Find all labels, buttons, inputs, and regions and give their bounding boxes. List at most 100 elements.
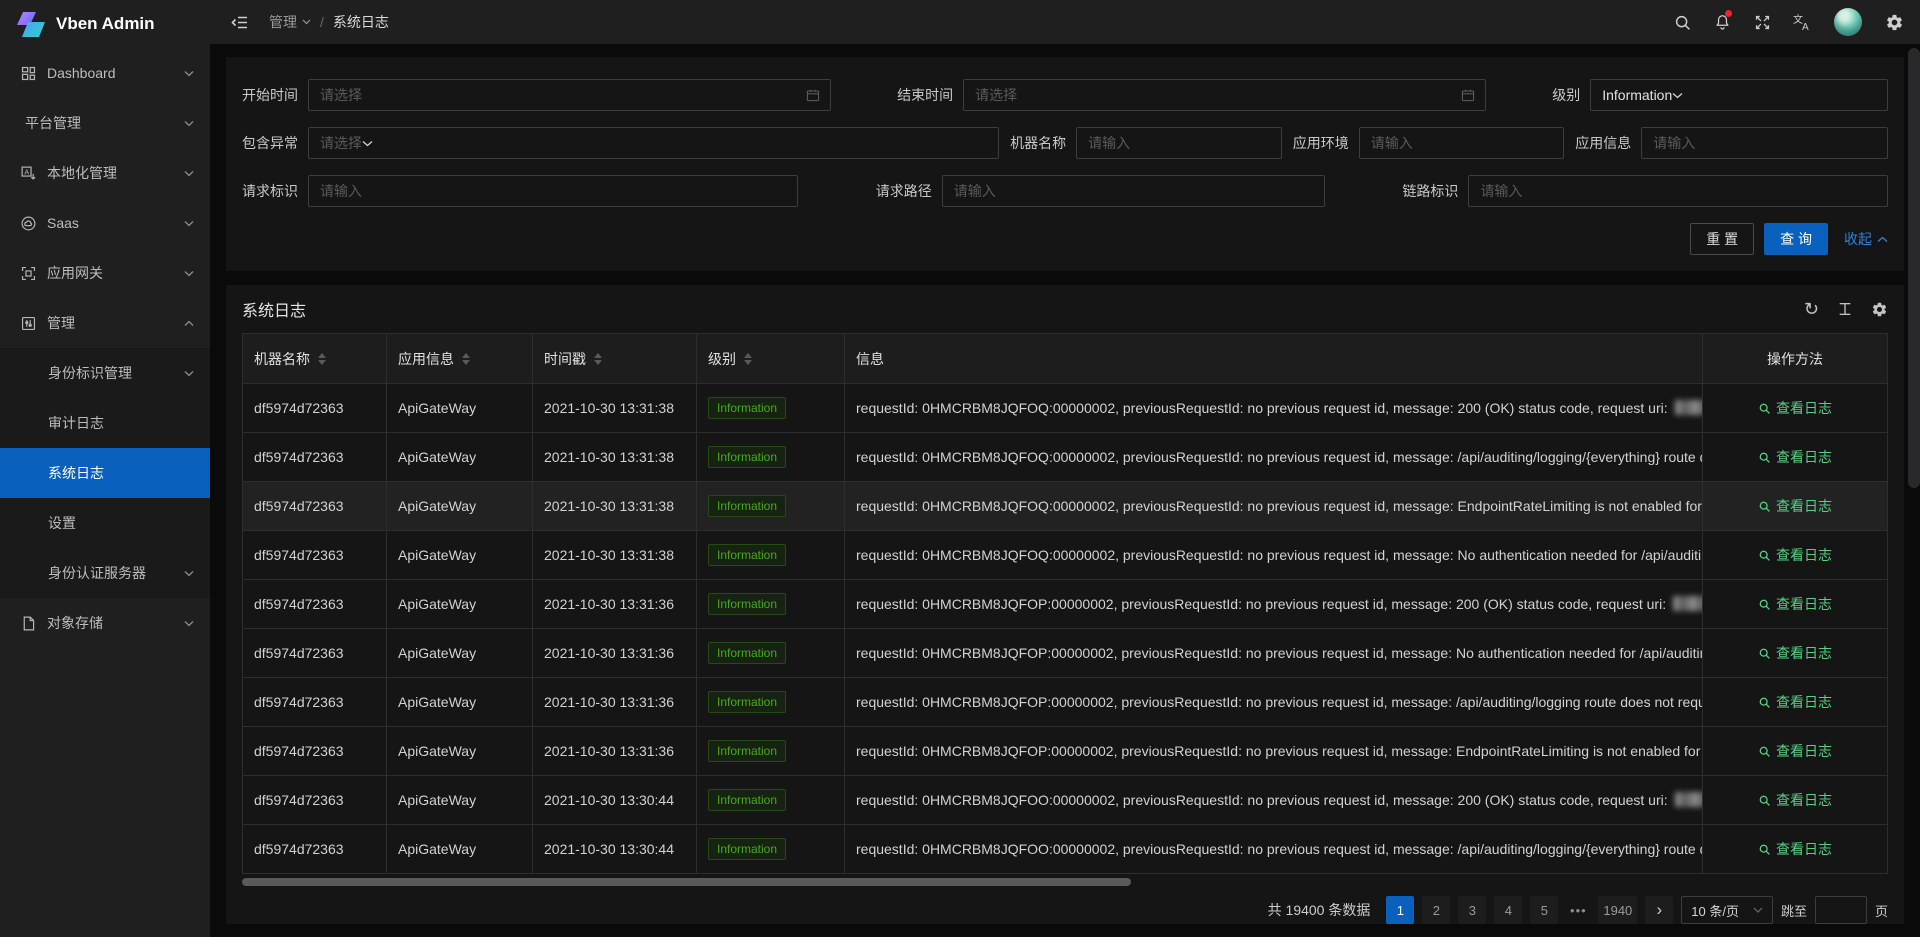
view-log-label: 查看日志 xyxy=(1776,496,1832,516)
sidebar-item-dashboard[interactable]: Dashboard xyxy=(0,48,210,98)
page-size-value: 10 条/页 xyxy=(1691,901,1739,920)
view-log-link[interactable]: 查看日志 xyxy=(1758,398,1832,418)
page-ellipsis[interactable]: ••• xyxy=(1566,903,1590,918)
view-log-link[interactable]: 查看日志 xyxy=(1758,643,1832,663)
query-button[interactable]: 查 询 xyxy=(1764,223,1828,255)
search-icon[interactable] xyxy=(1662,0,1702,44)
notification-dot xyxy=(1725,10,1732,17)
breadcrumb-parent[interactable]: 管理 xyxy=(269,12,311,32)
table-row: df5974d72363 ApiGateWay 2021-10-30 13:31… xyxy=(243,433,1888,482)
app-env-input[interactable] xyxy=(1359,127,1565,159)
request-id-input[interactable] xyxy=(308,175,798,207)
app-info-input[interactable] xyxy=(1641,127,1888,159)
level-badge: Information xyxy=(708,789,786,811)
page-button-3[interactable]: 3 xyxy=(1458,896,1486,924)
col-header-app[interactable]: 应用信息 xyxy=(387,334,533,384)
view-log-link[interactable]: 查看日志 xyxy=(1758,741,1832,761)
cell-actions: 查看日志 xyxy=(1703,531,1888,580)
vertical-scrollbar-thumb[interactable] xyxy=(1908,48,1920,488)
view-log-link[interactable]: 查看日志 xyxy=(1758,545,1832,565)
start-time-input[interactable] xyxy=(308,79,831,111)
machine-name-input[interactable] xyxy=(1076,127,1282,159)
sidebar-item-identity-management[interactable]: 身份标识管理 xyxy=(0,348,210,398)
jump-page-input[interactable] xyxy=(1815,896,1867,924)
request-path-input[interactable] xyxy=(942,175,1325,207)
calendar-icon xyxy=(1460,87,1476,103)
chevron-down-icon xyxy=(184,170,194,177)
view-log-label: 查看日志 xyxy=(1776,839,1832,859)
column-settings-gear-icon[interactable] xyxy=(1871,301,1888,318)
translate-icon[interactable]: 文A xyxy=(1782,0,1822,44)
page-button-last[interactable]: 1940 xyxy=(1598,896,1637,924)
page-button-2[interactable]: 2 xyxy=(1422,896,1450,924)
sidebar-item-saas[interactable]: Saas xyxy=(0,198,210,248)
refresh-icon[interactable]: ↻ xyxy=(1804,300,1819,318)
view-log-link[interactable]: 查看日志 xyxy=(1758,447,1832,467)
breadcrumb: 管理 / 系统日志 xyxy=(269,12,389,32)
sidebar-item-settings[interactable]: 设置 xyxy=(0,498,210,548)
view-log-link[interactable]: 查看日志 xyxy=(1758,496,1832,516)
breadcrumb-separator: / xyxy=(320,14,324,30)
menu-fold-icon[interactable] xyxy=(226,9,253,36)
chevron-down-icon xyxy=(302,19,311,25)
censored-blur xyxy=(1675,400,1703,415)
reset-button[interactable]: 重 置 xyxy=(1690,223,1754,255)
request-id-field: 请求标识 xyxy=(242,175,798,207)
view-log-link[interactable]: 查看日志 xyxy=(1758,692,1832,712)
view-log-label: 查看日志 xyxy=(1776,447,1832,467)
sidebar-item-auth-server[interactable]: 身份认证服务器 xyxy=(0,548,210,598)
cell-actions: 查看日志 xyxy=(1703,482,1888,531)
end-time-input[interactable] xyxy=(963,79,1486,111)
breadcrumb-parent-label: 管理 xyxy=(269,12,297,32)
cell-message: requestId: 0HMCRBM8JQFOO:00000002, previ… xyxy=(845,825,1703,874)
page-button-4[interactable]: 4 xyxy=(1494,896,1522,924)
page-size-select[interactable]: 10 条/页 xyxy=(1681,896,1773,924)
message-text: requestId: 0HMCRBM8JQFOQ:00000002, previ… xyxy=(856,547,1703,563)
view-log-link[interactable]: 查看日志 xyxy=(1758,594,1832,614)
row-height-icon[interactable] xyxy=(1837,301,1853,317)
sidebar-item-audit-log[interactable]: 审计日志 xyxy=(0,398,210,448)
cell-timestamp: 2021-10-30 13:31:38 xyxy=(533,384,697,433)
cell-level: Information xyxy=(697,629,845,678)
cell-machine-name: df5974d72363 xyxy=(243,678,387,727)
sidebar-item-system-log[interactable]: 系统日志 xyxy=(0,448,210,498)
col-header-level[interactable]: 级别 xyxy=(697,334,845,384)
col-header-time[interactable]: 时间戳 xyxy=(533,334,697,384)
fullscreen-icon[interactable] xyxy=(1742,0,1782,44)
breadcrumb-current: 系统日志 xyxy=(333,12,389,32)
cell-app-info: ApiGateWay xyxy=(387,580,533,629)
page-button-1[interactable]: 1 xyxy=(1386,896,1414,924)
cell-machine-name: df5974d72363 xyxy=(243,825,387,874)
sidebar-item-label: 系统日志 xyxy=(48,463,104,483)
view-log-link[interactable]: 查看日志 xyxy=(1758,839,1832,859)
cell-level: Information xyxy=(697,384,845,433)
sidebar-item-manage[interactable]: 管理 xyxy=(0,298,210,348)
magnifier-icon xyxy=(1758,794,1771,807)
view-log-label: 查看日志 xyxy=(1776,692,1832,712)
sidebar-item-object-storage[interactable]: 对象存储 xyxy=(0,598,210,648)
request-path-label: 请求路径 xyxy=(876,181,932,201)
has-exception-select[interactable]: 请选择 xyxy=(308,127,999,159)
sidebar-item-gateway[interactable]: 应用网关 xyxy=(0,248,210,298)
trace-id-input[interactable] xyxy=(1468,175,1888,207)
sidebar-item-localization[interactable]: A 本地化管理 xyxy=(0,148,210,198)
notification-bell-icon[interactable] xyxy=(1702,0,1742,44)
next-page-button[interactable]: › xyxy=(1645,896,1673,924)
table-row: df5974d72363 ApiGateWay 2021-10-30 13:30… xyxy=(243,825,1888,874)
cell-timestamp: 2021-10-30 13:31:36 xyxy=(533,678,697,727)
sidebar-item-platform[interactable]: 平台管理 xyxy=(0,98,210,148)
avatar[interactable] xyxy=(1834,8,1862,36)
level-select[interactable]: Information xyxy=(1590,79,1888,111)
app-info-field: 应用信息 xyxy=(1575,127,1888,159)
logo[interactable]: Vben Admin xyxy=(0,0,210,48)
view-log-link[interactable]: 查看日志 xyxy=(1758,790,1832,810)
page-button-5[interactable]: 5 xyxy=(1530,896,1558,924)
collapse-link[interactable]: 收起 xyxy=(1844,229,1888,249)
sidebar: Vben Admin Dashboard 平台管理 A 本地化管理 Saas xyxy=(0,0,210,937)
sort-caret-icon xyxy=(318,353,326,365)
table-row: df5974d72363 ApiGateWay 2021-10-30 13:31… xyxy=(243,629,1888,678)
horizontal-scrollbar-thumb[interactable] xyxy=(242,878,1131,886)
col-header-machine[interactable]: 机器名称 xyxy=(243,334,387,384)
magnifier-icon xyxy=(1758,402,1771,415)
gear-icon[interactable] xyxy=(1874,0,1914,44)
